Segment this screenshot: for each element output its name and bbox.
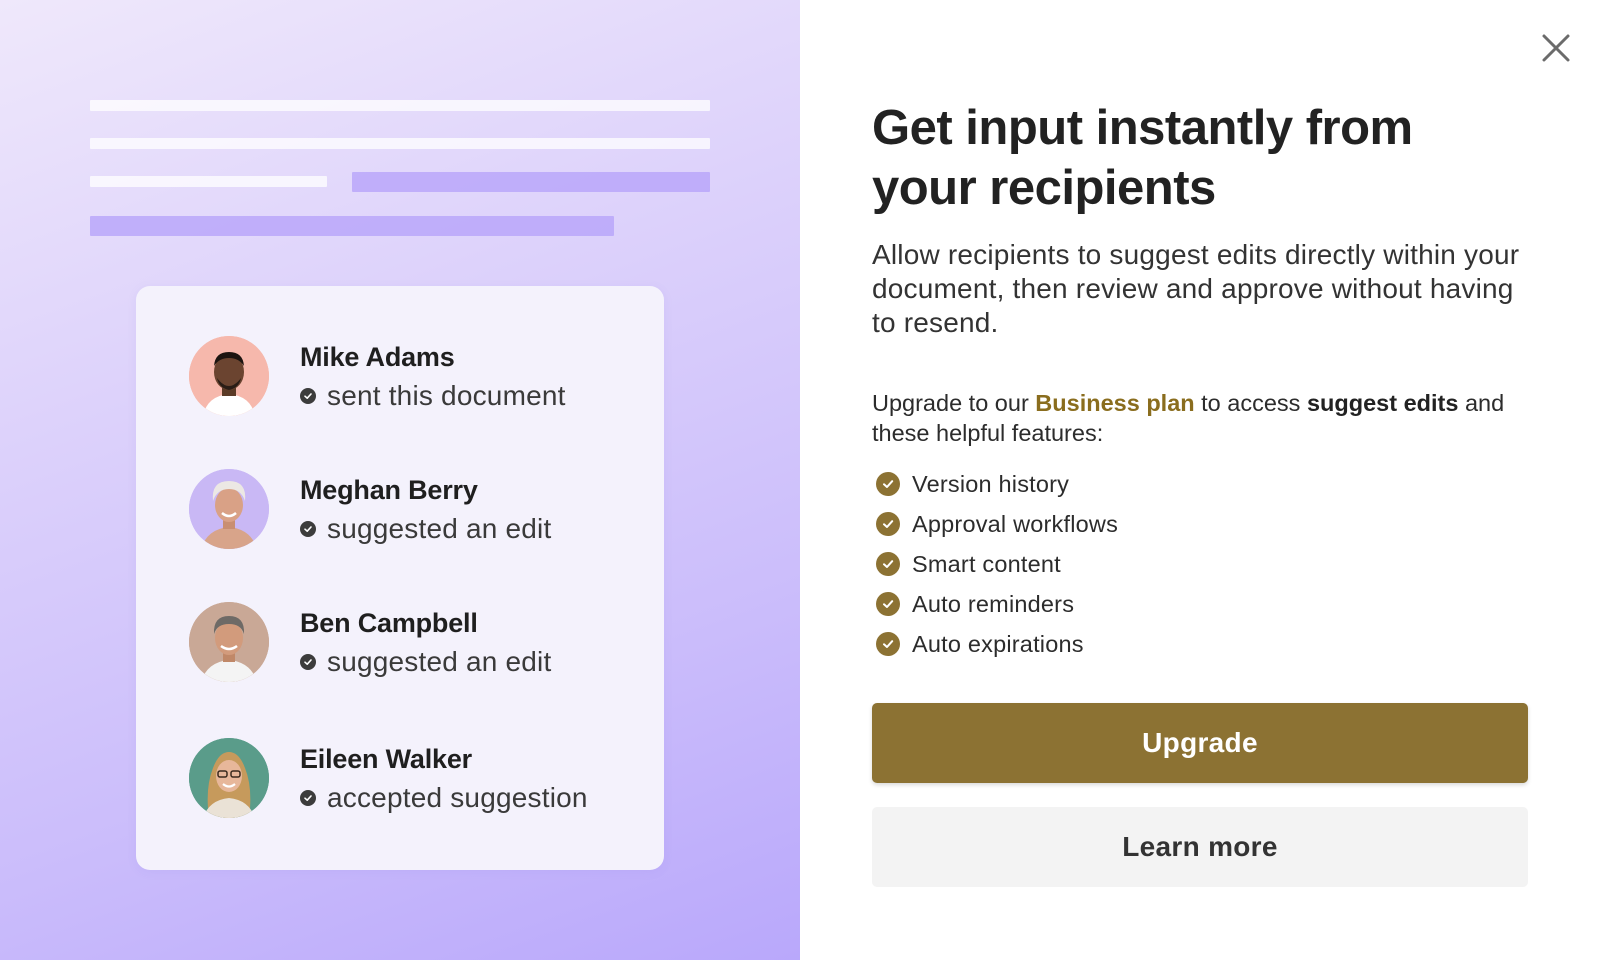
feature-label: Smart content — [912, 550, 1061, 577]
checkmark-icon — [876, 632, 900, 656]
feature-label: Approval workflows — [912, 510, 1119, 537]
action-label: suggested an edit — [327, 645, 552, 677]
upgrade-prefix: Upgrade to our — [872, 390, 1036, 416]
feature-label: Auto expirations — [912, 630, 1084, 657]
person-avatar-icon — [189, 469, 269, 549]
feature-item: Auto expirations — [876, 624, 1118, 664]
feature-item: Auto reminders — [876, 584, 1118, 624]
person-avatar-icon — [189, 602, 269, 682]
feature-item: Version history — [876, 464, 1118, 504]
person-name: Ben Campbell — [300, 607, 478, 638]
activity-text: Meghan Berry suggested an edit — [300, 473, 551, 546]
activity-text: Ben Campbell suggested an edit — [300, 606, 551, 679]
feature-label: Auto reminders — [912, 590, 1075, 617]
document-line — [90, 100, 710, 111]
feature-name: suggest edits — [1306, 390, 1459, 416]
upgrade-middle: to access — [1194, 390, 1307, 416]
person-action: suggested an edit — [300, 512, 551, 546]
check-icon — [300, 789, 316, 806]
close-button[interactable] — [1538, 30, 1574, 66]
avatar — [189, 469, 269, 549]
person-action: sent this document — [300, 379, 566, 413]
illustration-panel: Mike Adams sent this document Meghan Ber… — [0, 0, 800, 960]
document-line — [90, 176, 327, 187]
activity-item: Eileen Walker accepted suggestion — [189, 738, 588, 818]
business-plan-link[interactable]: Business plan — [1035, 390, 1194, 416]
activity-card: Mike Adams sent this document Meghan Ber… — [136, 286, 664, 870]
activity-text: Eileen Walker accepted suggestion — [300, 742, 588, 815]
feature-item: Smart content — [876, 544, 1118, 584]
avatar — [189, 602, 269, 682]
document-line — [90, 138, 710, 149]
person-name: Eileen Walker — [300, 743, 472, 774]
action-label: sent this document — [327, 379, 566, 411]
activity-item: Mike Adams sent this document — [189, 336, 566, 416]
checkmark-icon — [876, 512, 900, 536]
person-name: Mike Adams — [300, 341, 455, 372]
activity-item: Ben Campbell suggested an edit — [189, 602, 551, 682]
activity-text: Mike Adams sent this document — [300, 340, 566, 413]
learn-more-button[interactable]: Learn more — [872, 807, 1528, 887]
document-highlight-line — [90, 216, 614, 236]
person-name: Meghan Berry — [300, 474, 478, 505]
upgrade-button[interactable]: Upgrade — [872, 703, 1528, 783]
close-icon — [1542, 34, 1570, 62]
person-avatar-icon — [189, 336, 269, 416]
checkmark-icon — [876, 552, 900, 576]
check-icon — [300, 387, 316, 404]
checkmark-icon — [876, 592, 900, 616]
check-icon — [300, 520, 316, 537]
person-action: suggested an edit — [300, 645, 551, 679]
document-highlight-line — [352, 172, 710, 192]
check-icon — [300, 653, 316, 670]
dialog-description: Allow recipients to suggest edits direct… — [872, 239, 1520, 338]
upgrade-text: Upgrade to our Business plan to access s… — [872, 388, 1532, 448]
avatar — [189, 738, 269, 818]
person-avatar-icon — [189, 738, 269, 818]
upgrade-modal: Mike Adams sent this document Meghan Ber… — [0, 0, 1600, 960]
checkmark-icon — [876, 472, 900, 496]
feature-label: Version history — [912, 470, 1070, 497]
action-label: accepted suggestion — [327, 781, 588, 813]
dialog-heading: Get input instantly from your recipients — [872, 101, 1413, 215]
action-label: suggested an edit — [327, 512, 552, 544]
person-action: accepted suggestion — [300, 781, 588, 815]
avatar — [189, 336, 269, 416]
content-panel: Get input instantly from your recipients… — [800, 0, 1600, 960]
feature-list: Version history Approval workflows Smart… — [876, 464, 1118, 664]
activity-item: Meghan Berry suggested an edit — [189, 469, 551, 549]
feature-item: Approval workflows — [876, 504, 1118, 544]
